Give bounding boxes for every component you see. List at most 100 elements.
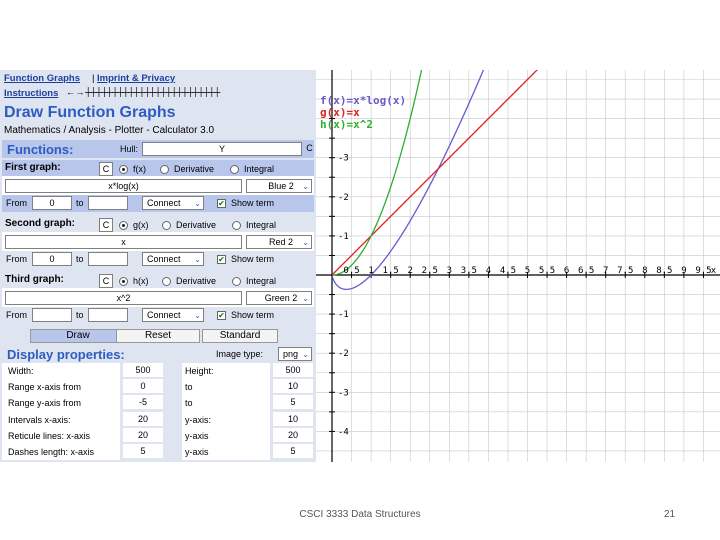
to-label: to xyxy=(76,198,84,208)
chevron-down-icon: ⌄ xyxy=(302,238,309,247)
graph-title: Third graph: xyxy=(5,274,64,285)
display-header: Display properties: Image type: png ⌄ xyxy=(2,345,314,363)
x-tick-label: 8.5 xyxy=(656,266,672,276)
radio-derivative[interactable] xyxy=(160,165,169,174)
x-tick-label: 7 xyxy=(603,266,608,276)
nav-separator: | xyxy=(92,73,95,84)
show-term-checkbox[interactable]: ✔ xyxy=(217,199,226,208)
range-x-from-input[interactable]: 0 xyxy=(123,379,163,393)
color-select[interactable]: Red 2 ⌄ xyxy=(246,235,312,249)
from-input[interactable]: 0 xyxy=(32,252,72,266)
from-input[interactable] xyxy=(32,308,72,322)
nav-imprint-link[interactable]: Imprint & Privacy xyxy=(97,73,175,84)
connect-select-value: Connect xyxy=(147,254,181,264)
x-tick-label: 4 xyxy=(486,266,491,276)
connect-select-value: Connect xyxy=(147,310,181,320)
to-label: to xyxy=(76,254,84,264)
y-tick-label: -3 xyxy=(338,388,349,398)
range-y-to-label: to xyxy=(185,398,193,408)
radio-derivative[interactable] xyxy=(162,277,171,286)
y-tick-label: -4 xyxy=(338,427,349,437)
expression-input[interactable]: x xyxy=(5,235,242,249)
width-input[interactable]: 500 xyxy=(123,363,163,377)
radio-function[interactable] xyxy=(119,221,128,230)
image-type-select[interactable]: png ⌄ xyxy=(278,347,312,361)
radio-integral-label: Integral xyxy=(244,164,275,174)
show-term-checkbox[interactable]: ✔ xyxy=(217,311,226,320)
hull-clear-button[interactable]: C xyxy=(304,142,315,156)
graph-block-3: Third graph: C h(x) Derivative Integral … xyxy=(2,272,314,324)
dashes-x-input[interactable]: 5 xyxy=(123,444,163,458)
color-select-value: Blue 2 xyxy=(268,181,294,191)
reticule-y-input[interactable]: 20 xyxy=(273,428,313,442)
x-tick-label: 3 xyxy=(447,266,452,276)
reticule-x-label: Reticule lines: x-axis xyxy=(8,431,91,441)
hull-label: Hull: xyxy=(120,144,139,154)
radio-integral[interactable] xyxy=(232,277,241,286)
nav-function-graphs-link[interactable]: Function Graphs xyxy=(4,73,80,84)
graph-clear-button[interactable]: C xyxy=(99,162,113,176)
graph-clear-button[interactable]: C xyxy=(99,274,113,288)
range-y-to-input[interactable]: 5 xyxy=(273,395,313,409)
display-heading: Display properties: xyxy=(7,347,125,362)
reticule-y-label: y-axis xyxy=(185,431,209,441)
x-axis-label: x xyxy=(711,266,717,276)
hull-input[interactable]: Y xyxy=(142,142,302,156)
range-x-to-input[interactable]: 10 xyxy=(273,379,313,393)
intervals-x-label: Intervals x-axis: xyxy=(8,415,71,425)
page-subtitle: Mathematics / Analysis - Plotter - Calcu… xyxy=(4,125,215,136)
page-title: Draw Function Graphs xyxy=(4,104,176,121)
intervals-x-input[interactable]: 20 xyxy=(123,412,163,426)
show-term-checkbox[interactable]: ✔ xyxy=(217,255,226,264)
chevron-down-icon: ⌄ xyxy=(302,350,309,359)
x-tick-label: 2.5 xyxy=(422,266,438,276)
functions-heading: Functions: xyxy=(7,142,74,157)
standard-button[interactable]: Standard xyxy=(202,329,278,343)
x-tick-label: 4.5 xyxy=(500,266,516,276)
chevron-down-icon: ⌄ xyxy=(302,294,309,303)
range-y-from-input[interactable]: -5 xyxy=(123,395,163,409)
graph-clear-button[interactable]: C xyxy=(99,218,113,232)
radio-function[interactable] xyxy=(119,165,128,174)
x-tick-label: 1 xyxy=(368,266,373,276)
dashes-y-input[interactable]: 5 xyxy=(273,444,313,458)
y-tick-label: -1 xyxy=(338,232,349,242)
x-tick-label: 2 xyxy=(407,266,412,276)
range-x-to-label: to xyxy=(185,382,193,392)
to-input[interactable] xyxy=(88,252,128,266)
radio-function-label: g(x) xyxy=(133,220,149,230)
reticule-x-input[interactable]: 20 xyxy=(123,428,163,442)
image-type-value: png xyxy=(283,349,299,359)
chevron-down-icon: ⌄ xyxy=(194,199,201,208)
chevron-down-icon: ⌄ xyxy=(194,255,201,264)
radio-integral-label: Integral xyxy=(246,276,277,286)
intervals-y-input[interactable]: 10 xyxy=(273,412,313,426)
radio-derivative[interactable] xyxy=(162,221,171,230)
x-tick-label: 5 xyxy=(525,266,530,276)
nav-instructions-link[interactable]: Instructions xyxy=(4,88,58,99)
reset-button[interactable]: Reset xyxy=(116,329,200,343)
display-table: Width: 500 Height: 500 Range x-axis from… xyxy=(2,363,314,462)
radio-integral[interactable] xyxy=(232,221,241,230)
from-input[interactable]: 0 xyxy=(32,196,72,210)
to-input[interactable] xyxy=(88,196,128,210)
y-tick-label: -3 xyxy=(338,154,349,164)
to-input[interactable] xyxy=(88,308,128,322)
function-plotter-panel: Function Graphs | Imprint & Privacy Inst… xyxy=(0,70,316,462)
height-input[interactable]: 500 xyxy=(273,363,313,377)
image-type-label: Image type: xyxy=(216,349,264,359)
radio-derivative-label: Derivative xyxy=(176,276,217,286)
connect-select[interactable]: Connect ⌄ xyxy=(142,252,204,266)
color-select[interactable]: Green 2 ⌄ xyxy=(246,291,312,305)
x-tick-label: 5.5 xyxy=(539,266,555,276)
x-tick-label: 6.5 xyxy=(578,266,594,276)
radio-function-label: h(x) xyxy=(133,276,149,286)
radio-function[interactable] xyxy=(119,277,128,286)
connect-select[interactable]: Connect ⌄ xyxy=(142,308,204,322)
expression-input[interactable]: x^2 xyxy=(5,291,242,305)
radio-integral[interactable] xyxy=(230,165,239,174)
connect-select[interactable]: Connect ⌄ xyxy=(142,196,204,210)
expression-input[interactable]: x*log(x) xyxy=(5,179,242,193)
draw-button[interactable]: Draw xyxy=(30,329,126,343)
color-select[interactable]: Blue 2 ⌄ xyxy=(246,179,312,193)
